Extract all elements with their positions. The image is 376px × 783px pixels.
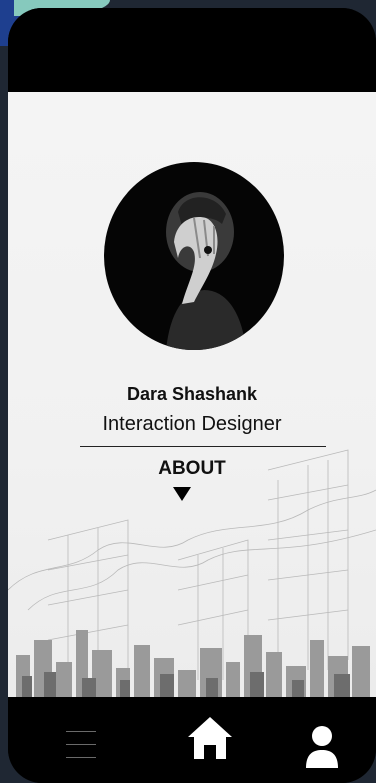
top-bar [8, 8, 376, 92]
home-icon [188, 717, 232, 759]
profile-screen: Dara Shashank Interaction Designer ABOUT [8, 92, 376, 697]
home-button[interactable] [186, 715, 234, 761]
triangle-down-icon[interactable] [172, 486, 192, 502]
profile-name: Dara Shashank [126, 384, 258, 404]
profile-button[interactable] [302, 725, 342, 769]
bottom-nav [8, 697, 376, 783]
profile-photo [104, 162, 284, 350]
phone-frame: Dara Shashank Interaction Designer ABOUT [8, 8, 376, 783]
divider [80, 446, 326, 447]
hamburger-icon [66, 731, 96, 758]
user-icon [306, 726, 338, 768]
profile-role: Interaction Designer [102, 413, 282, 435]
about-label[interactable]: ABOUT [8, 458, 376, 480]
menu-button[interactable] [66, 731, 96, 769]
